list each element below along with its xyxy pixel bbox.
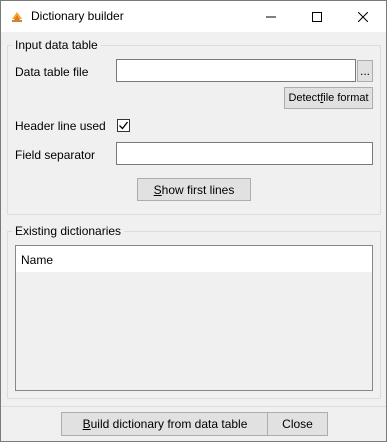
close-button[interactable]: Close <box>267 412 328 436</box>
name-column-header: Name <box>21 253 54 267</box>
checkmark-icon <box>119 121 129 130</box>
field-separator-input[interactable] <box>116 142 373 165</box>
title-bar[interactable]: Dictionary builder <box>1 1 386 32</box>
dictionaries-list[interactable]: Name <box>15 245 373 391</box>
data-table-file-label: Data table file <box>15 65 89 79</box>
browse-label: ... <box>359 64 370 78</box>
input-data-table-group-label: Input data table <box>12 38 101 52</box>
maximize-icon <box>312 11 322 22</box>
build-dictionary-button[interactable]: Build dictionary from data table <box>61 412 269 436</box>
detect-file-format-button[interactable]: Detect f ile format <box>284 87 373 109</box>
header-line-used-label: Header line used <box>15 119 106 133</box>
data-table-file-input[interactable] <box>116 59 356 82</box>
window-title: Dictionary builder <box>31 9 124 23</box>
browse-button[interactable]: ... <box>357 60 373 82</box>
footer-divider <box>1 406 386 407</box>
existing-dictionaries-group-label: Existing dictionaries <box>12 224 125 238</box>
minimize-button[interactable] <box>248 1 294 32</box>
minimize-icon <box>266 16 276 17</box>
maximize-button[interactable] <box>294 1 340 32</box>
header-line-used-checkbox[interactable] <box>117 119 130 132</box>
close-icon <box>358 11 368 22</box>
field-separator-label: Field separator <box>15 148 96 162</box>
list-column-header[interactable]: Name <box>16 246 372 272</box>
show-first-lines-button[interactable]: Show first lines <box>137 178 251 201</box>
app-fire-icon <box>12 12 22 22</box>
close-window-button[interactable] <box>340 1 386 32</box>
dictionary-builder-window: Dictionary builder Input data table Data… <box>0 0 387 442</box>
